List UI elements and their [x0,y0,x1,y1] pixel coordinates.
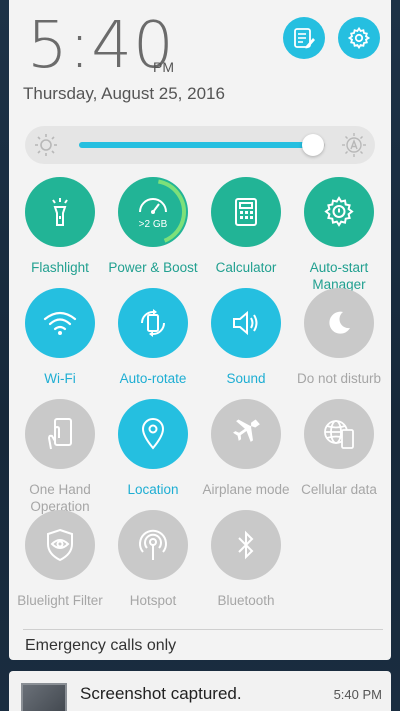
tile-label: Hotspot [129,593,177,608]
tile-label: Power & Boost [108,260,198,275]
globe-phone-icon [324,420,354,449]
brightness-slider[interactable] [25,126,375,164]
notification-time: 5:40 PM [333,687,382,702]
tile-label: Airplane mode [202,482,290,497]
tile-label: Do not disturb [296,371,382,386]
clock-ampm: PM [153,59,174,75]
tile-airplane-mode[interactable]: Airplane mode [196,399,296,498]
tile-cellular-data[interactable]: Cellular data [289,399,389,498]
calculator-toggle[interactable] [211,177,281,247]
tile-label: Auto-rotate [119,371,187,386]
moon-icon [329,311,350,334]
tile-label: Cellular data [301,482,377,497]
tile-location[interactable]: Location [103,399,203,498]
screenshot-notification[interactable]: Screenshot captured. 5:40 PM [9,671,391,711]
sound-toggle[interactable] [211,288,281,358]
tile-label: Location [127,482,179,497]
tile-bluelight-filter[interactable]: Bluelight Filter [10,510,110,609]
eye-shield-icon [47,528,73,562]
brightness-fill [79,142,313,148]
gear-icon [347,26,371,50]
brightness-low-icon [35,134,57,156]
tile-do-not-disturb[interactable]: Do not disturb [289,288,389,387]
gear-icon [324,196,354,227]
notification-title: Screenshot captured. [80,684,242,703]
tile-label: Sound [226,371,266,386]
flashlight-toggle[interactable] [25,177,95,247]
hotspot-icon [139,529,167,560]
bluetooth-toggle[interactable] [211,510,281,580]
emergency-calls-label: Emergency calls only [25,637,177,654]
cellular-data-toggle[interactable] [304,399,374,469]
auto-start-toggle[interactable] [304,177,374,247]
settings-button[interactable] [338,17,380,59]
tile-calculator[interactable]: Calculator [196,177,296,276]
tile-label: Bluetooth [217,593,275,608]
tile-hotspot[interactable]: Hotspot [103,510,203,609]
tile-flashlight[interactable]: Flashlight [10,177,110,276]
airplane-icon [233,419,260,442]
do-not-disturb-toggle[interactable] [304,288,374,358]
divider [23,629,383,630]
hotspot-toggle[interactable] [118,510,188,580]
bluelight-filter-toggle[interactable] [25,510,95,580]
edit-notes-button[interactable] [283,17,325,59]
location-pin-icon [141,418,165,450]
power-boost-toggle[interactable]: >2 GB [118,177,188,247]
auto-brightness-icon[interactable] [341,132,367,158]
auto-rotate-toggle[interactable] [118,288,188,358]
tile-label: Calculator [215,260,277,275]
tile-power-boost[interactable]: >2 GB Power & Boost [103,177,203,276]
calculator-icon [235,198,257,226]
memory-badge: >2 GB [138,219,168,230]
brightness-thumb[interactable] [301,134,324,156]
wifi-icon [43,311,77,335]
tile-label: Bluelight Filter [17,593,103,608]
flashlight-icon [52,198,68,226]
bluetooth-icon [238,530,254,560]
tile-wifi[interactable]: Wi-Fi [10,288,110,387]
brightness-track[interactable] [79,142,325,148]
one-hand-icon [47,418,72,450]
tile-one-hand-operation[interactable]: One Hand Operation [10,399,110,515]
date-label: Thursday, August 25, 2016 [23,84,225,103]
tile-sound[interactable]: Sound [196,288,296,387]
screenshot-thumbnail [21,683,67,711]
tile-label: Wi-Fi [44,371,76,386]
speaker-icon [233,310,258,336]
tile-auto-start-manager[interactable]: Auto-start Manager [289,177,389,293]
edit-list-icon [294,28,315,49]
tile-label: Flashlight [31,260,89,275]
wifi-toggle[interactable] [25,288,95,358]
tile-auto-rotate[interactable]: Auto-rotate [103,288,203,387]
rotate-icon [141,309,165,337]
airplane-mode-toggle[interactable] [211,399,281,469]
quick-settings-panel: 5:40 PM Thursday, August 25, 2016 Flashl… [9,0,391,660]
one-hand-toggle[interactable] [25,399,95,469]
tile-bluetooth[interactable]: Bluetooth [196,510,296,609]
boost-gauge-icon [120,179,186,245]
location-toggle[interactable] [118,399,188,469]
